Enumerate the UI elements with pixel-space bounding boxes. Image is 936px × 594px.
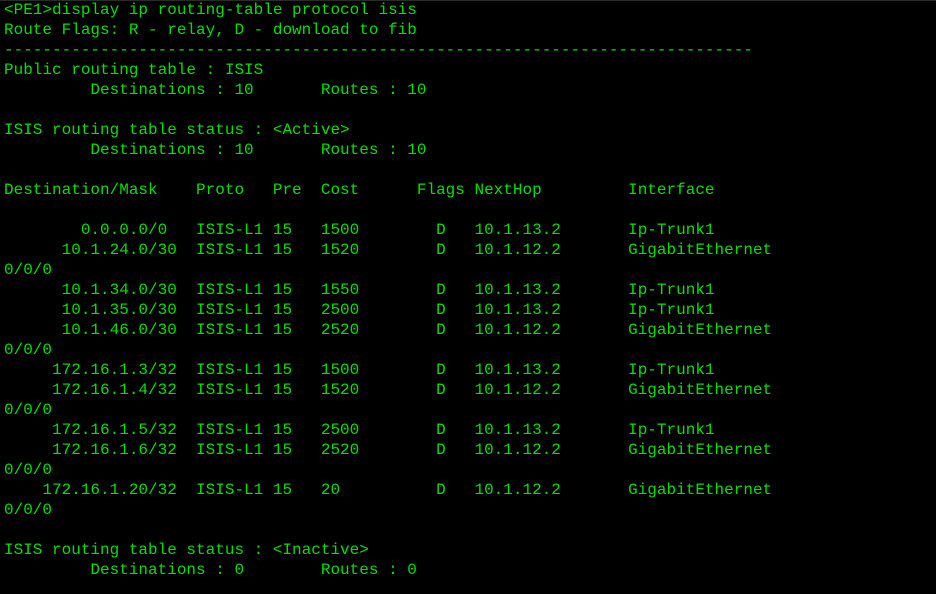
table-header-line: Destination/Mask Proto Pre Cost Flags Ne…	[4, 181, 715, 199]
route-row: 10.1.34.0/30 ISIS-L1 15 1550 D 10.1.13.2…	[4, 281, 715, 299]
route-row-wrap: 0/0/0	[4, 261, 53, 279]
route-row-wrap: 0/0/0	[4, 401, 53, 419]
route-row-wrap: 0/0/0	[4, 461, 53, 479]
active-status-heading: ISIS routing table status : <Active>	[4, 121, 350, 139]
route-row: 172.16.1.20/32 ISIS-L1 15 20 D 10.1.12.2…	[4, 481, 773, 499]
route-row: 10.1.24.0/30 ISIS-L1 15 1520 D 10.1.12.2…	[4, 241, 773, 259]
route-flags-line: Route Flags: R - relay, D - download to …	[4, 21, 417, 39]
terminal-output: <PE1>display ip routing-table protocol i…	[4, 0, 936, 580]
route-row: 10.1.46.0/30 ISIS-L1 15 2520 D 10.1.12.2…	[4, 321, 773, 339]
route-row: 172.16.1.4/32 ISIS-L1 15 1520 D 10.1.12.…	[4, 381, 773, 399]
route-row: 10.1.35.0/30 ISIS-L1 15 2500 D 10.1.13.2…	[4, 301, 715, 319]
route-row: 172.16.1.6/32 ISIS-L1 15 2520 D 10.1.12.…	[4, 441, 773, 459]
route-row: 0.0.0.0/0 ISIS-L1 15 1500 D 10.1.13.2 Ip…	[4, 221, 715, 239]
public-table-heading: Public routing table : ISIS	[4, 61, 264, 79]
inactive-status-heading: ISIS routing table status : <Inactive>	[4, 541, 369, 559]
separator-line: ----------------------------------------…	[4, 41, 753, 59]
command-line: <PE1>display ip routing-table protocol i…	[4, 1, 417, 19]
route-row: 172.16.1.3/32 ISIS-L1 15 1500 D 10.1.13.…	[4, 361, 715, 379]
active-status-summary: Destinations : 10 Routes : 10	[4, 141, 427, 159]
route-row-wrap: 0/0/0	[4, 341, 53, 359]
public-table-summary: Destinations : 10 Routes : 10	[4, 81, 427, 99]
window-top-border	[0, 0, 936, 1]
inactive-status-summary: Destinations : 0 Routes : 0	[4, 561, 417, 579]
route-row-wrap: 0/0/0	[4, 501, 53, 519]
route-row: 172.16.1.5/32 ISIS-L1 15 2500 D 10.1.13.…	[4, 421, 715, 439]
terminal-window[interactable]: <PE1>display ip routing-table protocol i…	[0, 0, 936, 594]
